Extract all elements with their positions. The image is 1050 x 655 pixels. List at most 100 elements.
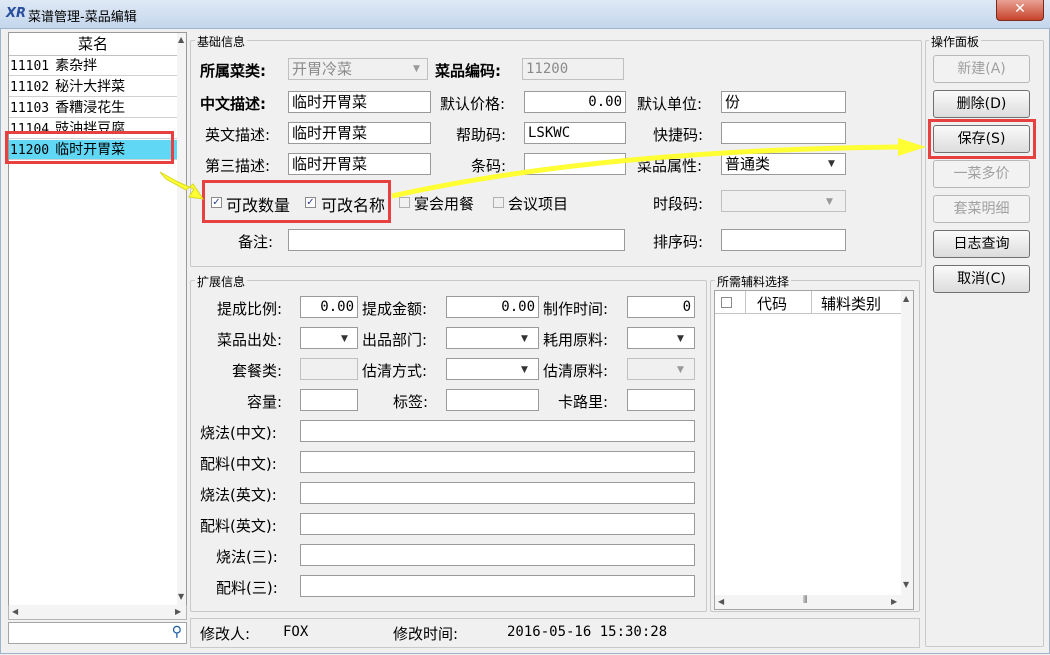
set-detail-button[interactable]: 套菜明细 bbox=[933, 195, 1030, 223]
barcode-label: 条码: bbox=[471, 157, 507, 175]
log-query-button[interactable]: 日志查询 bbox=[933, 230, 1030, 258]
cn-name-field[interactable]: 临时开胃菜 bbox=[288, 91, 431, 113]
ingredient-en-field[interactable] bbox=[300, 513, 695, 535]
aux-material-table[interactable]: 代码 辅料类别 ▲ ▼ ◀ ⦀ ▶ bbox=[714, 290, 914, 610]
capacity-label: 容量: bbox=[247, 393, 283, 411]
aux-col-code: 代码 bbox=[757, 295, 788, 313]
en-name-field[interactable]: 临时开胃菜 bbox=[288, 122, 431, 144]
shortcut-field[interactable] bbox=[721, 122, 846, 144]
commission-ratio-field[interactable]: 0.00 bbox=[300, 296, 358, 318]
tag-label: 标签: bbox=[393, 393, 429, 411]
make-time-field[interactable]: 0 bbox=[627, 296, 695, 318]
list-vertical-scrollbar[interactable]: ▲ ▼ bbox=[177, 33, 186, 606]
attr-value: 普通类 bbox=[725, 155, 771, 173]
operation-panel-title: 操作面板 bbox=[929, 33, 982, 50]
scroll-grip-icon[interactable]: ⦀ bbox=[803, 595, 807, 606]
delete-button[interactable]: 删除(D) bbox=[933, 90, 1030, 118]
tag-field[interactable] bbox=[446, 389, 539, 411]
en-name-label: 英文描述: bbox=[205, 126, 271, 144]
dish-code: 11103 bbox=[10, 101, 50, 116]
price-label: 默认价格: bbox=[440, 95, 506, 113]
unit-field[interactable]: 份 bbox=[721, 91, 846, 113]
scroll-left-icon[interactable]: ◀ bbox=[718, 597, 724, 606]
cancel-button[interactable]: 取消(C) bbox=[933, 265, 1030, 293]
sort-label: 排序码: bbox=[653, 233, 704, 251]
commission-ratio-label: 提成比例: bbox=[217, 300, 283, 318]
list-item[interactable]: 11101 素杂拌 bbox=[9, 56, 177, 76]
scroll-down-icon[interactable]: ▼ bbox=[903, 580, 909, 589]
search-icon[interactable]: ⚲ bbox=[172, 624, 182, 640]
meeting-checkbox[interactable] bbox=[493, 197, 504, 208]
dish-name: 秘汁大拌菜 bbox=[55, 79, 126, 95]
close-button[interactable]: ✕ bbox=[996, 0, 1044, 21]
clear-material-select[interactable] bbox=[627, 358, 695, 380]
ingredient-third-field[interactable] bbox=[300, 575, 695, 597]
price-field[interactable]: 0.00 bbox=[524, 91, 626, 113]
scroll-right-icon[interactable]: ▶ bbox=[891, 597, 897, 606]
chevron-down-icon: ▼ bbox=[413, 64, 420, 74]
select-all-checkbox[interactable] bbox=[721, 297, 732, 308]
banquet-label: 宴会用餐 bbox=[414, 195, 475, 213]
chevron-down-icon: ▼ bbox=[826, 197, 833, 207]
scroll-left-icon[interactable]: ◀ bbox=[12, 607, 18, 616]
extended-info-title: 扩展信息 bbox=[195, 273, 248, 290]
calorie-field[interactable] bbox=[627, 389, 695, 411]
selected-item-highlight-box bbox=[5, 131, 174, 164]
sort-field[interactable] bbox=[721, 229, 846, 251]
scroll-down-icon[interactable]: ▼ bbox=[178, 592, 184, 601]
scroll-up-icon[interactable]: ▲ bbox=[903, 294, 909, 303]
dish-list[interactable]: 菜名 11101 素杂拌 11102 秘汁大拌菜 11103 香糟浸花生 11104 豉… bbox=[8, 32, 187, 607]
aux-table-header: 代码 辅料类别 bbox=[715, 291, 901, 314]
window-title: 菜谱管理-菜品编辑 bbox=[28, 10, 137, 25]
list-item[interactable]: 11103 香糟浸花生 bbox=[9, 98, 177, 118]
calorie-label: 卡路里: bbox=[558, 393, 609, 411]
cook-en-field[interactable] bbox=[300, 482, 695, 504]
clear-mode-label: 估清方式: bbox=[362, 362, 428, 380]
save-highlight-box bbox=[928, 119, 1036, 159]
help-code-field[interactable]: LSKWC bbox=[524, 122, 626, 144]
commission-amount-field[interactable]: 0.00 bbox=[446, 296, 539, 318]
aux-horizontal-scrollbar[interactable]: ◀ ⦀ ▶ bbox=[715, 595, 913, 609]
category-select[interactable]: 开胃冷菜 bbox=[288, 58, 428, 80]
origin-label: 菜品出处: bbox=[217, 331, 283, 349]
set-label: 套餐类: bbox=[232, 362, 283, 380]
column-divider bbox=[745, 291, 746, 313]
aux-vertical-scrollbar[interactable]: ▲ ▼ bbox=[901, 291, 913, 595]
list-item[interactable]: 11102 秘汁大拌菜 bbox=[9, 77, 177, 97]
dish-list-header: 菜名 bbox=[9, 33, 177, 56]
commission-amount-label: 提成金额: bbox=[362, 300, 428, 318]
new-button[interactable]: 新建(A) bbox=[933, 55, 1030, 83]
category-value: 开胃冷菜 bbox=[292, 60, 353, 78]
origin-select[interactable] bbox=[300, 327, 358, 349]
remark-field[interactable] bbox=[288, 229, 625, 251]
clear-material-label: 估清原料: bbox=[543, 362, 609, 380]
material-select[interactable] bbox=[627, 327, 695, 349]
chevron-down-icon: ▼ bbox=[521, 334, 528, 344]
cook-cn-label: 烧法(中文): bbox=[200, 424, 277, 442]
cook-cn-field[interactable] bbox=[300, 420, 695, 442]
list-horizontal-scrollbar[interactable]: ◀ ▶ bbox=[8, 605, 187, 620]
modify-time-value: 2016-05-16 15:30:28 bbox=[507, 624, 668, 640]
scroll-up-icon[interactable]: ▲ bbox=[178, 35, 184, 44]
modifier-value: FOX bbox=[283, 624, 309, 640]
cook-third-label: 烧法(三): bbox=[216, 548, 278, 566]
title-bar: XR 菜谱管理-菜品编辑 ✕ bbox=[0, 0, 1050, 29]
barcode-field[interactable] bbox=[524, 153, 626, 175]
banquet-checkbox[interactable] bbox=[399, 197, 410, 208]
dish-name: 素杂拌 bbox=[55, 58, 98, 74]
chevron-down-icon: ▼ bbox=[677, 334, 684, 344]
capacity-field[interactable] bbox=[300, 389, 358, 411]
dish-search-input[interactable]: ⚲ bbox=[8, 622, 187, 644]
scroll-right-icon[interactable]: ▶ bbox=[175, 607, 181, 616]
aux-col-type: 辅料类别 bbox=[821, 295, 882, 313]
dept-label: 出品部门: bbox=[362, 331, 428, 349]
ingredient-cn-field[interactable] bbox=[300, 451, 695, 473]
chevron-down-icon: ▼ bbox=[828, 159, 835, 169]
multi-price-button[interactable]: 一菜多价 bbox=[933, 160, 1030, 188]
cook-third-field[interactable] bbox=[300, 544, 695, 566]
third-desc-field[interactable]: 临时开胃菜 bbox=[288, 153, 431, 175]
ingredient-third-label: 配料(三): bbox=[216, 579, 278, 597]
dish-code: 11101 bbox=[10, 59, 50, 74]
modify-time-label: 修改时间: bbox=[393, 625, 459, 643]
material-label: 耗用原料: bbox=[543, 331, 609, 349]
